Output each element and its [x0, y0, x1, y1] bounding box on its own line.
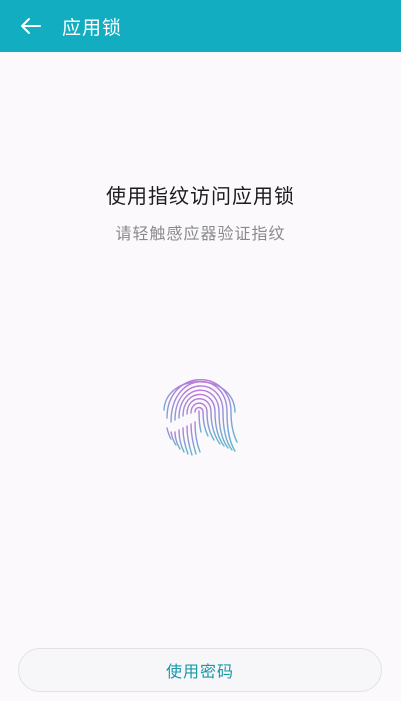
fingerprint-icon[interactable] — [156, 366, 242, 458]
prompt-title: 使用指纹访问应用锁 — [106, 184, 295, 208]
app-lock-screen: 应用锁 使用指纹访问应用锁 请轻触感应器验证指纹 使用密码 — [0, 0, 401, 701]
page-title: 应用锁 — [62, 16, 123, 39]
arrow-left-icon — [21, 18, 41, 34]
app-bar: 应用锁 — [0, 0, 401, 52]
prompt-subtitle: 请轻触感应器验证指纹 — [115, 224, 286, 243]
back-button[interactable] — [8, 0, 54, 52]
use-password-button[interactable]: 使用密码 — [18, 648, 382, 692]
